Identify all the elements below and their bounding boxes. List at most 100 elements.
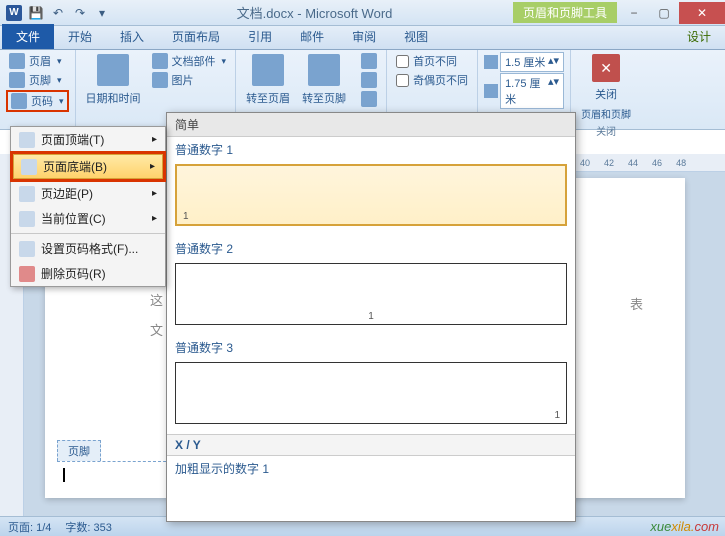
footer-label: 页脚 bbox=[29, 72, 51, 88]
horizontal-ruler[interactable]: 40 42 44 46 48 bbox=[576, 154, 725, 172]
preview-number: 1 bbox=[183, 211, 189, 222]
undo-icon[interactable]: ↶ bbox=[48, 3, 68, 23]
date-time-label: 日期和时间 bbox=[86, 90, 141, 106]
footer-pos-icon bbox=[484, 84, 498, 98]
text-cursor bbox=[63, 468, 65, 482]
menu-label: 页面底端(B) bbox=[43, 158, 107, 175]
tab-mailings[interactable]: 邮件 bbox=[286, 24, 338, 49]
status-page[interactable]: 页面: 1/4 bbox=[8, 519, 51, 535]
text-fragment: 表 bbox=[630, 294, 643, 313]
menu-item-remove-page-numbers[interactable]: 删除页码(R) bbox=[11, 261, 165, 286]
qat-customize-icon[interactable]: ▾ bbox=[92, 3, 112, 23]
goto-header-label: 转至页眉 bbox=[246, 90, 290, 106]
close-header-footer-button[interactable]: ✕ 关闭 页眉和页脚 bbox=[577, 52, 635, 123]
checkbox-icon[interactable] bbox=[396, 74, 409, 87]
chevron-right-icon: ▸ bbox=[150, 161, 155, 172]
ruler-tick: 44 bbox=[628, 158, 638, 168]
link-icon bbox=[361, 91, 377, 107]
date-time-button[interactable]: 日期和时间 bbox=[82, 52, 145, 108]
picture-button[interactable]: 图片 bbox=[149, 71, 230, 89]
window-title: 文档.docx - Microsoft Word bbox=[116, 3, 513, 22]
minimize-button[interactable]: − bbox=[619, 2, 649, 24]
chevron-down-icon: ▾ bbox=[57, 56, 62, 67]
ruler-tick: 46 bbox=[652, 158, 662, 168]
tab-page-layout[interactable]: 页面布局 bbox=[158, 24, 234, 49]
page-top-icon bbox=[19, 132, 35, 148]
gallery-item-label: 普通数字 2 bbox=[167, 236, 575, 261]
menu-item-current-position[interactable]: 当前位置(C)▸ bbox=[11, 206, 165, 231]
menu-label: 当前位置(C) bbox=[41, 210, 106, 227]
page-number-button[interactable]: 页码▾ bbox=[6, 90, 69, 112]
gallery-item-label: 普通数字 1 bbox=[167, 137, 575, 162]
context-tool-label: 页眉和页脚工具 bbox=[513, 2, 617, 23]
close-group-label: 关闭 bbox=[577, 123, 635, 138]
close-icon: ✕ bbox=[592, 54, 620, 82]
chevron-right-icon: ▸ bbox=[152, 134, 157, 145]
different-first-label: 首页不同 bbox=[413, 53, 457, 69]
chevron-right-icon: ▸ bbox=[152, 188, 157, 199]
menu-item-bottom-of-page[interactable]: 页面底端(B) ▸ bbox=[13, 154, 163, 179]
tab-review[interactable]: 审阅 bbox=[338, 24, 390, 49]
footer-pos-value: 1.75 厘米 bbox=[505, 75, 548, 107]
spinner-icon[interactable]: ▴▾ bbox=[548, 75, 559, 107]
tab-design[interactable]: 设计 bbox=[673, 24, 725, 49]
goto-footer-button[interactable]: 转至页脚 bbox=[298, 52, 350, 108]
page-bottom-icon bbox=[21, 159, 37, 175]
tab-home[interactable]: 开始 bbox=[54, 24, 106, 49]
tab-references[interactable]: 引用 bbox=[234, 24, 286, 49]
text-fragment: 文 bbox=[150, 320, 163, 339]
goto-footer-icon bbox=[308, 54, 340, 86]
tab-view[interactable]: 视图 bbox=[390, 24, 442, 49]
menu-label: 设置页码格式(F)... bbox=[41, 240, 138, 257]
different-odd-label: 奇偶页不同 bbox=[413, 72, 468, 88]
quick-parts-button[interactable]: 文档部件▾ bbox=[149, 52, 230, 70]
goto-footer-label: 转至页脚 bbox=[302, 90, 346, 106]
preview-number: 1 bbox=[554, 410, 560, 421]
footer-icon bbox=[9, 72, 25, 88]
gallery-item-label: 普通数字 3 bbox=[167, 335, 575, 360]
different-odd-even-checkbox[interactable]: 奇偶页不同 bbox=[393, 71, 471, 89]
nav-prev-button[interactable] bbox=[358, 52, 380, 70]
menu-item-page-margins[interactable]: 页边距(P)▸ bbox=[11, 181, 165, 206]
goto-header-button[interactable]: 转至页眉 bbox=[242, 52, 294, 108]
tab-insert[interactable]: 插入 bbox=[106, 24, 158, 49]
current-pos-icon bbox=[19, 211, 35, 227]
ruler-tick: 48 bbox=[676, 158, 686, 168]
menu-label: 删除页码(R) bbox=[41, 265, 106, 282]
tab-file[interactable]: 文件 bbox=[2, 24, 54, 49]
gallery-item-label: 加粗显示的数字 1 bbox=[167, 456, 575, 481]
gallery-item-plain-number-1[interactable]: 1 bbox=[175, 164, 567, 226]
page-margin-icon bbox=[19, 186, 35, 202]
close-window-button[interactable]: ✕ bbox=[679, 2, 725, 24]
maximize-button[interactable]: ▢ bbox=[649, 2, 679, 24]
menu-separator bbox=[11, 233, 165, 234]
page-number-label: 页码 bbox=[31, 93, 53, 109]
next-icon bbox=[361, 72, 377, 88]
menu-item-top-of-page[interactable]: 页面顶端(T)▸ bbox=[11, 127, 165, 152]
word-app-icon[interactable]: W bbox=[4, 3, 24, 23]
gallery-item-plain-number-3[interactable]: 1 bbox=[175, 362, 567, 424]
save-icon[interactable]: 💾 bbox=[26, 3, 46, 23]
checkbox-icon[interactable] bbox=[396, 55, 409, 68]
parts-icon bbox=[152, 53, 168, 69]
menu-item-format-page-numbers[interactable]: 设置页码格式(F)... bbox=[11, 236, 165, 261]
status-word-count[interactable]: 字数: 353 bbox=[65, 519, 111, 535]
footer-button[interactable]: 页脚▾ bbox=[6, 71, 69, 89]
prev-icon bbox=[361, 53, 377, 69]
redo-icon[interactable]: ↷ bbox=[70, 3, 90, 23]
close-sub-label: 页眉和页脚 bbox=[581, 106, 631, 121]
spinner-icon[interactable]: ▴▾ bbox=[548, 54, 559, 70]
nav-next-button[interactable] bbox=[358, 71, 380, 89]
nav-link-button[interactable] bbox=[358, 90, 380, 108]
goto-header-icon bbox=[252, 54, 284, 86]
gallery-item-plain-number-2[interactable]: 1 bbox=[175, 263, 567, 325]
header-button[interactable]: 页眉▾ bbox=[6, 52, 69, 70]
gallery-category-xy: X / Y bbox=[167, 434, 575, 456]
header-from-top[interactable]: 1.5 厘米▴▾ bbox=[484, 52, 564, 72]
close-label: 关闭 bbox=[595, 86, 617, 102]
ribbon-tabs: 文件 开始 插入 页面布局 引用 邮件 审阅 视图 设计 bbox=[0, 26, 725, 50]
different-first-page-checkbox[interactable]: 首页不同 bbox=[393, 52, 471, 70]
preview-number: 1 bbox=[368, 311, 374, 322]
text-fragment: 这 bbox=[150, 290, 163, 309]
footer-from-bottom[interactable]: 1.75 厘米▴▾ bbox=[484, 73, 564, 109]
